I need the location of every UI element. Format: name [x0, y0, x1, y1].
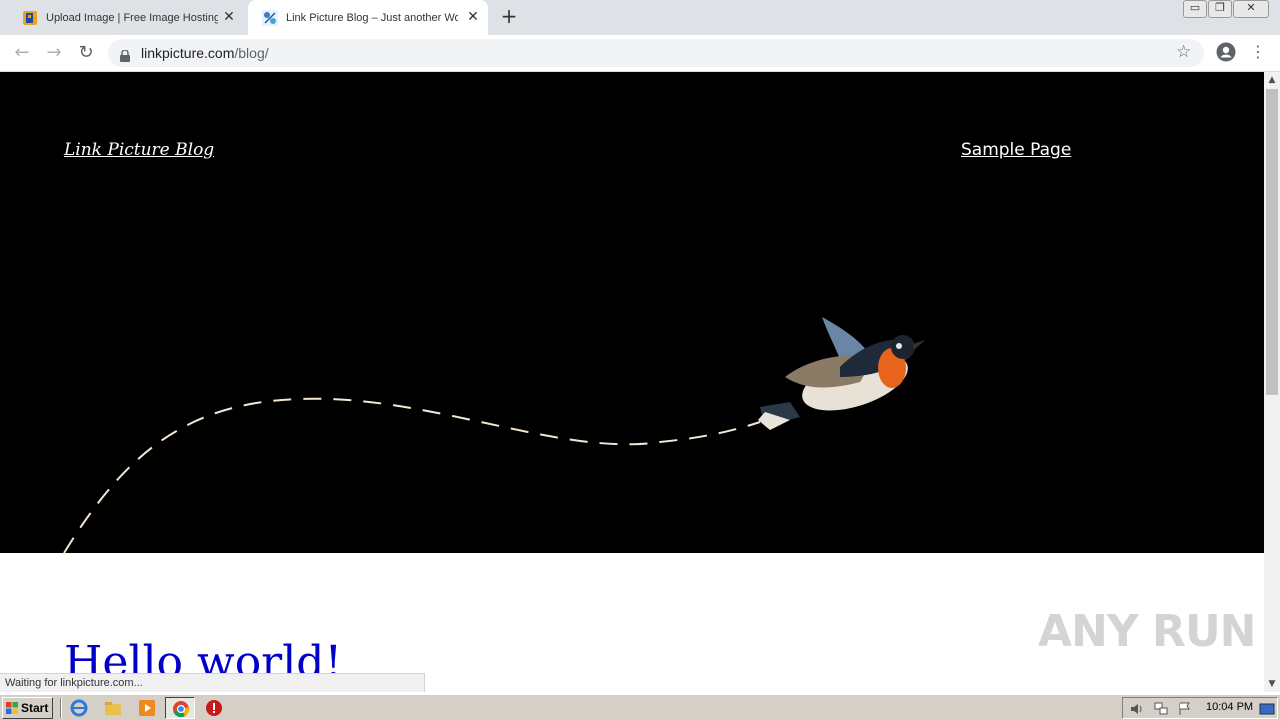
tab-strip: Upload Image | Free Image Hosting | ✕ Li… — [0, 0, 1280, 35]
internet-explorer-icon[interactable] — [70, 699, 88, 717]
taskbar-clock[interactable]: 10:04 PM — [1206, 701, 1253, 713]
taskbar-separator — [60, 698, 62, 718]
page-scrollbar[interactable]: ▲ ▼ — [1264, 72, 1280, 692]
reload-icon[interactable]: ↻ — [76, 43, 96, 63]
page-viewport: Link Picture Blog Sample Page Hello worl… — [0, 72, 1264, 692]
media-player-icon[interactable] — [138, 699, 156, 717]
forward-arrow-icon[interactable]: → — [44, 43, 64, 63]
restore-window-icon[interactable]: ❐ — [1208, 0, 1232, 18]
bookmark-star-icon[interactable]: ☆ — [1176, 42, 1191, 62]
nav-sample-page-link[interactable]: Sample Page — [961, 140, 1071, 160]
windows-flag-icon — [6, 702, 18, 714]
browser-toolbar: ← → ↻ linkpicture.com/blog/ ☆ ⋮ — [0, 35, 1280, 72]
scroll-up-arrow-icon[interactable]: ▲ — [1264, 72, 1280, 88]
network-icon[interactable] — [1153, 701, 1169, 717]
back-arrow-icon[interactable]: ← — [12, 43, 32, 63]
tab-title: Upload Image | Free Image Hosting | — [46, 11, 218, 24]
minimize-window-icon[interactable]: ▭ — [1183, 0, 1207, 18]
url-path: /blog/ — [234, 45, 269, 61]
site-title-link[interactable]: Link Picture Blog — [64, 140, 214, 160]
bird-flight-dashed-path — [63, 397, 761, 553]
tab-upload-image[interactable]: Upload Image | Free Image Hosting | ✕ — [8, 0, 244, 35]
tab-title: Link Picture Blog – Just another Wor — [286, 11, 458, 24]
header-hero: Link Picture Blog Sample Page — [0, 72, 1264, 553]
taskbar-chrome-button[interactable] — [165, 697, 195, 719]
close-window-icon[interactable]: ✕ — [1233, 0, 1269, 18]
chrome-icon — [173, 701, 190, 718]
speaker-icon[interactable] — [1129, 701, 1145, 717]
address-bar[interactable]: linkpicture.com/blog/ ☆ — [108, 39, 1204, 67]
start-label: Start — [21, 701, 49, 715]
profile-avatar-icon[interactable] — [1216, 42, 1236, 62]
bird-icon — [758, 317, 925, 430]
close-tab-icon[interactable]: ✕ — [222, 10, 236, 24]
tab-link-picture-blog[interactable]: Link Picture Blog – Just another Wor ✕ — [248, 0, 488, 35]
scroll-down-arrow-icon[interactable]: ▼ — [1264, 676, 1280, 692]
show-desktop-icon[interactable] — [1259, 701, 1275, 717]
new-tab-button[interactable]: + — [499, 6, 519, 28]
scrollbar-thumb[interactable] — [1266, 89, 1278, 395]
url-host: linkpicture.com — [141, 45, 235, 61]
windows-taskbar: Start 10:04 PM — [0, 694, 1280, 720]
file-explorer-icon[interactable] — [104, 699, 122, 717]
wordpress-favicon-icon — [262, 9, 278, 26]
action-center-flag-icon[interactable] — [1177, 701, 1193, 717]
system-tray — [1122, 697, 1278, 719]
url-text: linkpicture.com/blog/ — [141, 45, 269, 61]
lock-icon — [120, 47, 130, 62]
start-button[interactable]: Start — [2, 697, 53, 719]
status-bubble: Waiting for linkpicture.com... — [0, 673, 425, 692]
anyrun-watermark: ANY RUN — [1038, 606, 1256, 657]
browser-menu-icon[interactable]: ⋮ — [1250, 41, 1266, 63]
linkpicture-favicon-icon — [22, 10, 38, 26]
close-tab-icon[interactable]: ✕ — [466, 10, 480, 24]
stop-sign-icon[interactable] — [205, 699, 223, 717]
